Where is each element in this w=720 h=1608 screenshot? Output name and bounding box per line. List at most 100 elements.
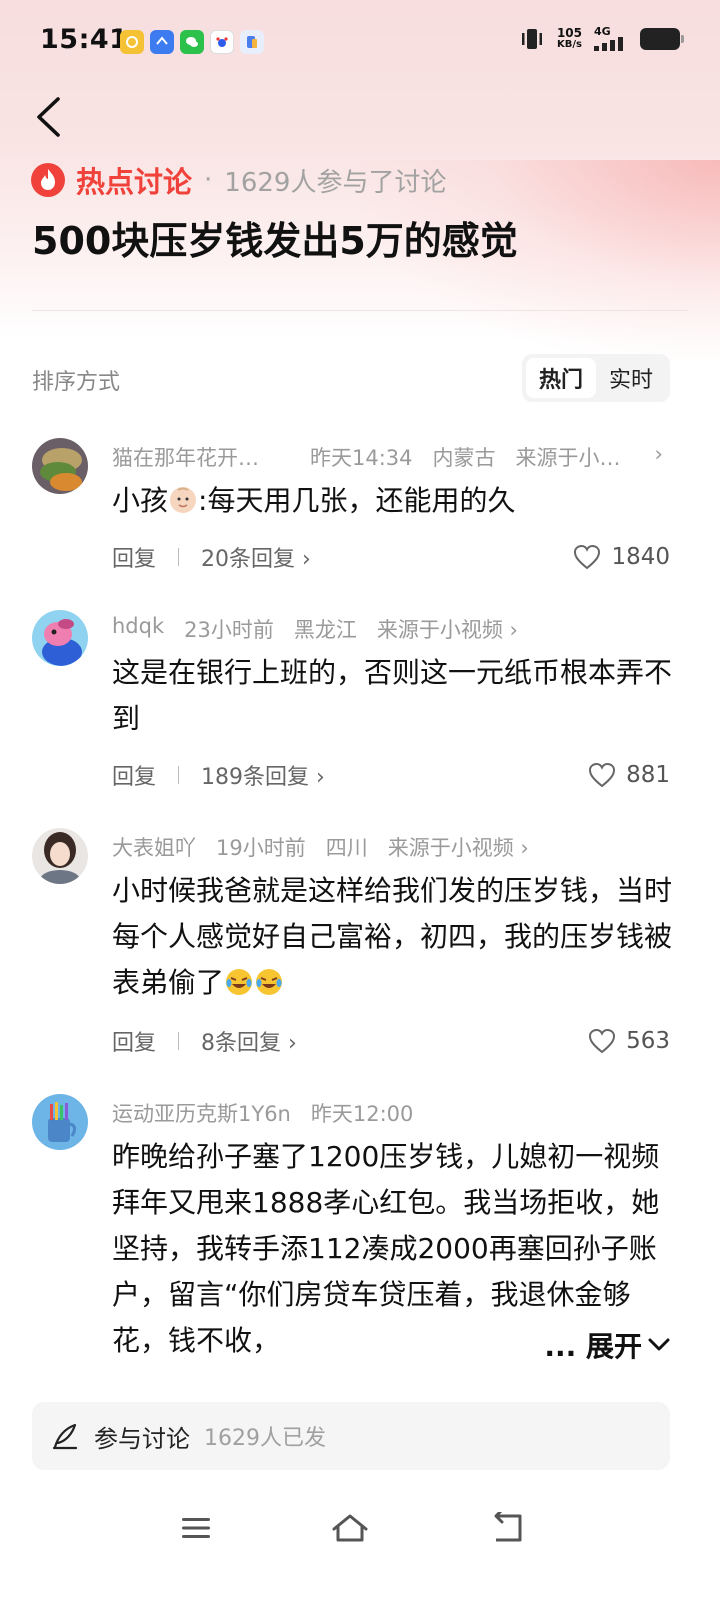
topic-participants: 1629人参与了讨论 bbox=[224, 167, 447, 198]
heart-icon bbox=[574, 544, 601, 570]
comment-meta: 猫在那年花开… 昨天14:34 内蒙古 来源于小… › bbox=[112, 442, 663, 472]
reply-button[interactable]: 回复 bbox=[112, 759, 156, 791]
separator bbox=[178, 766, 180, 784]
comment-source[interactable]: 来源于小… bbox=[516, 442, 621, 472]
expand-button[interactable]: ... 展开 bbox=[530, 1322, 670, 1368]
reply-button[interactable]: 回复 bbox=[112, 541, 156, 573]
avatar[interactable] bbox=[32, 438, 88, 494]
page-title: 500块压岁钱发出5万的感觉 bbox=[32, 219, 518, 263]
signal-bars-icon bbox=[594, 37, 623, 51]
comment-username[interactable]: 猫在那年花开… bbox=[112, 442, 290, 472]
baby-emoji-icon bbox=[170, 487, 197, 513]
chevron-down-icon bbox=[648, 1338, 670, 1351]
separator bbox=[178, 1032, 180, 1050]
menu-icon bbox=[182, 1518, 210, 1538]
comment-location: 四川 bbox=[325, 836, 368, 860]
like-count: 881 bbox=[626, 762, 670, 788]
comment-meta: 运动亚历克斯1Y6n 昨天12:00 bbox=[112, 1098, 413, 1128]
back-button[interactable] bbox=[28, 92, 68, 142]
avatar[interactable] bbox=[32, 610, 88, 666]
like-count: 563 bbox=[626, 1028, 670, 1054]
avatar[interactable] bbox=[32, 828, 88, 884]
reply-count-link[interactable]: 20条回复 › bbox=[201, 541, 311, 573]
back-nav-button[interactable] bbox=[486, 1506, 530, 1550]
chevron-right-icon[interactable]: › bbox=[655, 442, 663, 472]
reply-count: 189条回复 bbox=[201, 765, 310, 790]
comment-source: 来源于小视频 bbox=[376, 618, 503, 642]
separator bbox=[178, 548, 180, 566]
like-button[interactable]: 881 bbox=[588, 762, 670, 788]
menu-button[interactable] bbox=[174, 1506, 218, 1550]
network-speed: 105 KB/s bbox=[557, 27, 582, 51]
comment-username[interactable]: hdqk bbox=[112, 614, 164, 644]
laugh-cry-emoji-icon bbox=[256, 969, 283, 995]
comment-username[interactable]: 运动亚历克斯1Y6n bbox=[112, 1098, 291, 1128]
heart-icon bbox=[589, 1028, 616, 1054]
comment-actions: 回复 20条回复 › 1840 bbox=[112, 542, 670, 572]
comment-source: 来源于小视频 bbox=[387, 836, 514, 860]
status-time: 15:41 bbox=[40, 24, 129, 55]
pen-icon bbox=[52, 1423, 78, 1450]
topic-line: 热点讨论 · 1629人参与了讨论 bbox=[30, 160, 446, 200]
status-bar: 15:41 105 KB/s 4G bbox=[0, 0, 720, 84]
sort-label: 排序方式 bbox=[32, 370, 121, 395]
notification-icons bbox=[120, 30, 264, 54]
comment-time: 昨天12:00 bbox=[310, 1102, 414, 1126]
laugh-cry-emoji-icon bbox=[226, 969, 253, 995]
vibrate-icon bbox=[521, 28, 542, 49]
comment-meta: 大表姐吖 19小时前 四川 来源于小视频 › bbox=[112, 832, 529, 862]
reply-count: 20条回复 bbox=[201, 547, 296, 572]
network-type: 4G bbox=[594, 25, 611, 38]
return-icon bbox=[494, 1512, 522, 1542]
comment-text-part: 小孩 bbox=[112, 484, 169, 517]
comment-text: 小时候我爸就是这样给我们发的压岁钱，当时每个人感觉好自己富裕，初四，我的压岁钱被… bbox=[112, 868, 682, 1006]
sort-toggle: 热门 实时 bbox=[522, 354, 670, 402]
system-navigation-bar bbox=[0, 1500, 720, 1560]
signal-indicator: 4G bbox=[594, 26, 628, 51]
topic-dot: · bbox=[204, 165, 213, 195]
wechat-icon bbox=[180, 30, 204, 54]
comment-actions: 回复 8条回复 › 563 bbox=[112, 1026, 670, 1056]
reply-count: 8条回复 bbox=[201, 1031, 282, 1056]
like-count: 1840 bbox=[611, 544, 670, 570]
comment-time: 19小时前 bbox=[216, 836, 306, 860]
like-button[interactable]: 563 bbox=[588, 1028, 670, 1054]
join-discussion-count: 1629人已发 bbox=[204, 1426, 326, 1451]
avatar[interactable] bbox=[32, 1094, 88, 1150]
like-button[interactable]: 1840 bbox=[573, 544, 670, 570]
comment-username[interactable]: 大表姐吖 bbox=[112, 832, 196, 862]
comment-meta: hdqk 23小时前 黑龙江 来源于小视频 › bbox=[112, 614, 518, 644]
home-button[interactable] bbox=[328, 1506, 372, 1550]
chevron-left-icon bbox=[37, 97, 60, 137]
comment-text: 这是在银行上班的，否则这一元纸币根本弄不到 bbox=[112, 656, 673, 735]
comment-text-part: 小时候我爸就是这样给我们发的压岁钱，当时每个人感觉好自己富裕，初四，我的压岁钱被… bbox=[112, 874, 673, 999]
comment-actions: 回复 189条回复 › 881 bbox=[112, 760, 670, 790]
comment-location: 黑龙江 bbox=[293, 618, 357, 642]
comment-text-part: :每天用几张，还能用的久 bbox=[198, 484, 516, 517]
comment-source-link[interactable]: 来源于小视频 › bbox=[388, 832, 529, 862]
comment-location: 内蒙古 bbox=[432, 446, 496, 470]
speed-unit: KB/s bbox=[556, 38, 582, 50]
sort-option-hot[interactable]: 热门 bbox=[526, 358, 596, 398]
blue-app-icon bbox=[150, 30, 174, 54]
divider bbox=[32, 310, 688, 311]
join-discussion-label: 参与讨论 bbox=[94, 1424, 190, 1453]
home-icon bbox=[332, 1514, 368, 1542]
battery-icon bbox=[640, 27, 684, 50]
comment-source-link[interactable]: 来源于小视频 › bbox=[377, 614, 518, 644]
expand-label: ... 展开 bbox=[544, 1330, 642, 1363]
reply-count-link[interactable]: 189条回复 › bbox=[201, 759, 325, 791]
yellow-app-icon bbox=[120, 30, 144, 54]
files-icon bbox=[240, 30, 264, 54]
reply-button[interactable]: 回复 bbox=[112, 1025, 156, 1057]
topic-tag: 热点讨论 bbox=[76, 165, 193, 199]
hot-flame-icon bbox=[31, 163, 65, 197]
reply-count-link[interactable]: 8条回复 › bbox=[201, 1025, 297, 1057]
heart-icon bbox=[589, 762, 616, 788]
comment-time: 昨天14:34 bbox=[310, 446, 413, 470]
comment-text: 小孩 :每天用几张，还能用的久 bbox=[112, 478, 682, 524]
comment-time: 23小时前 bbox=[184, 618, 274, 642]
speed-value: 105 bbox=[556, 25, 582, 40]
sort-option-realtime[interactable]: 实时 bbox=[596, 358, 666, 398]
join-discussion-bar[interactable]: 参与讨论 1629人已发 bbox=[32, 1402, 670, 1470]
